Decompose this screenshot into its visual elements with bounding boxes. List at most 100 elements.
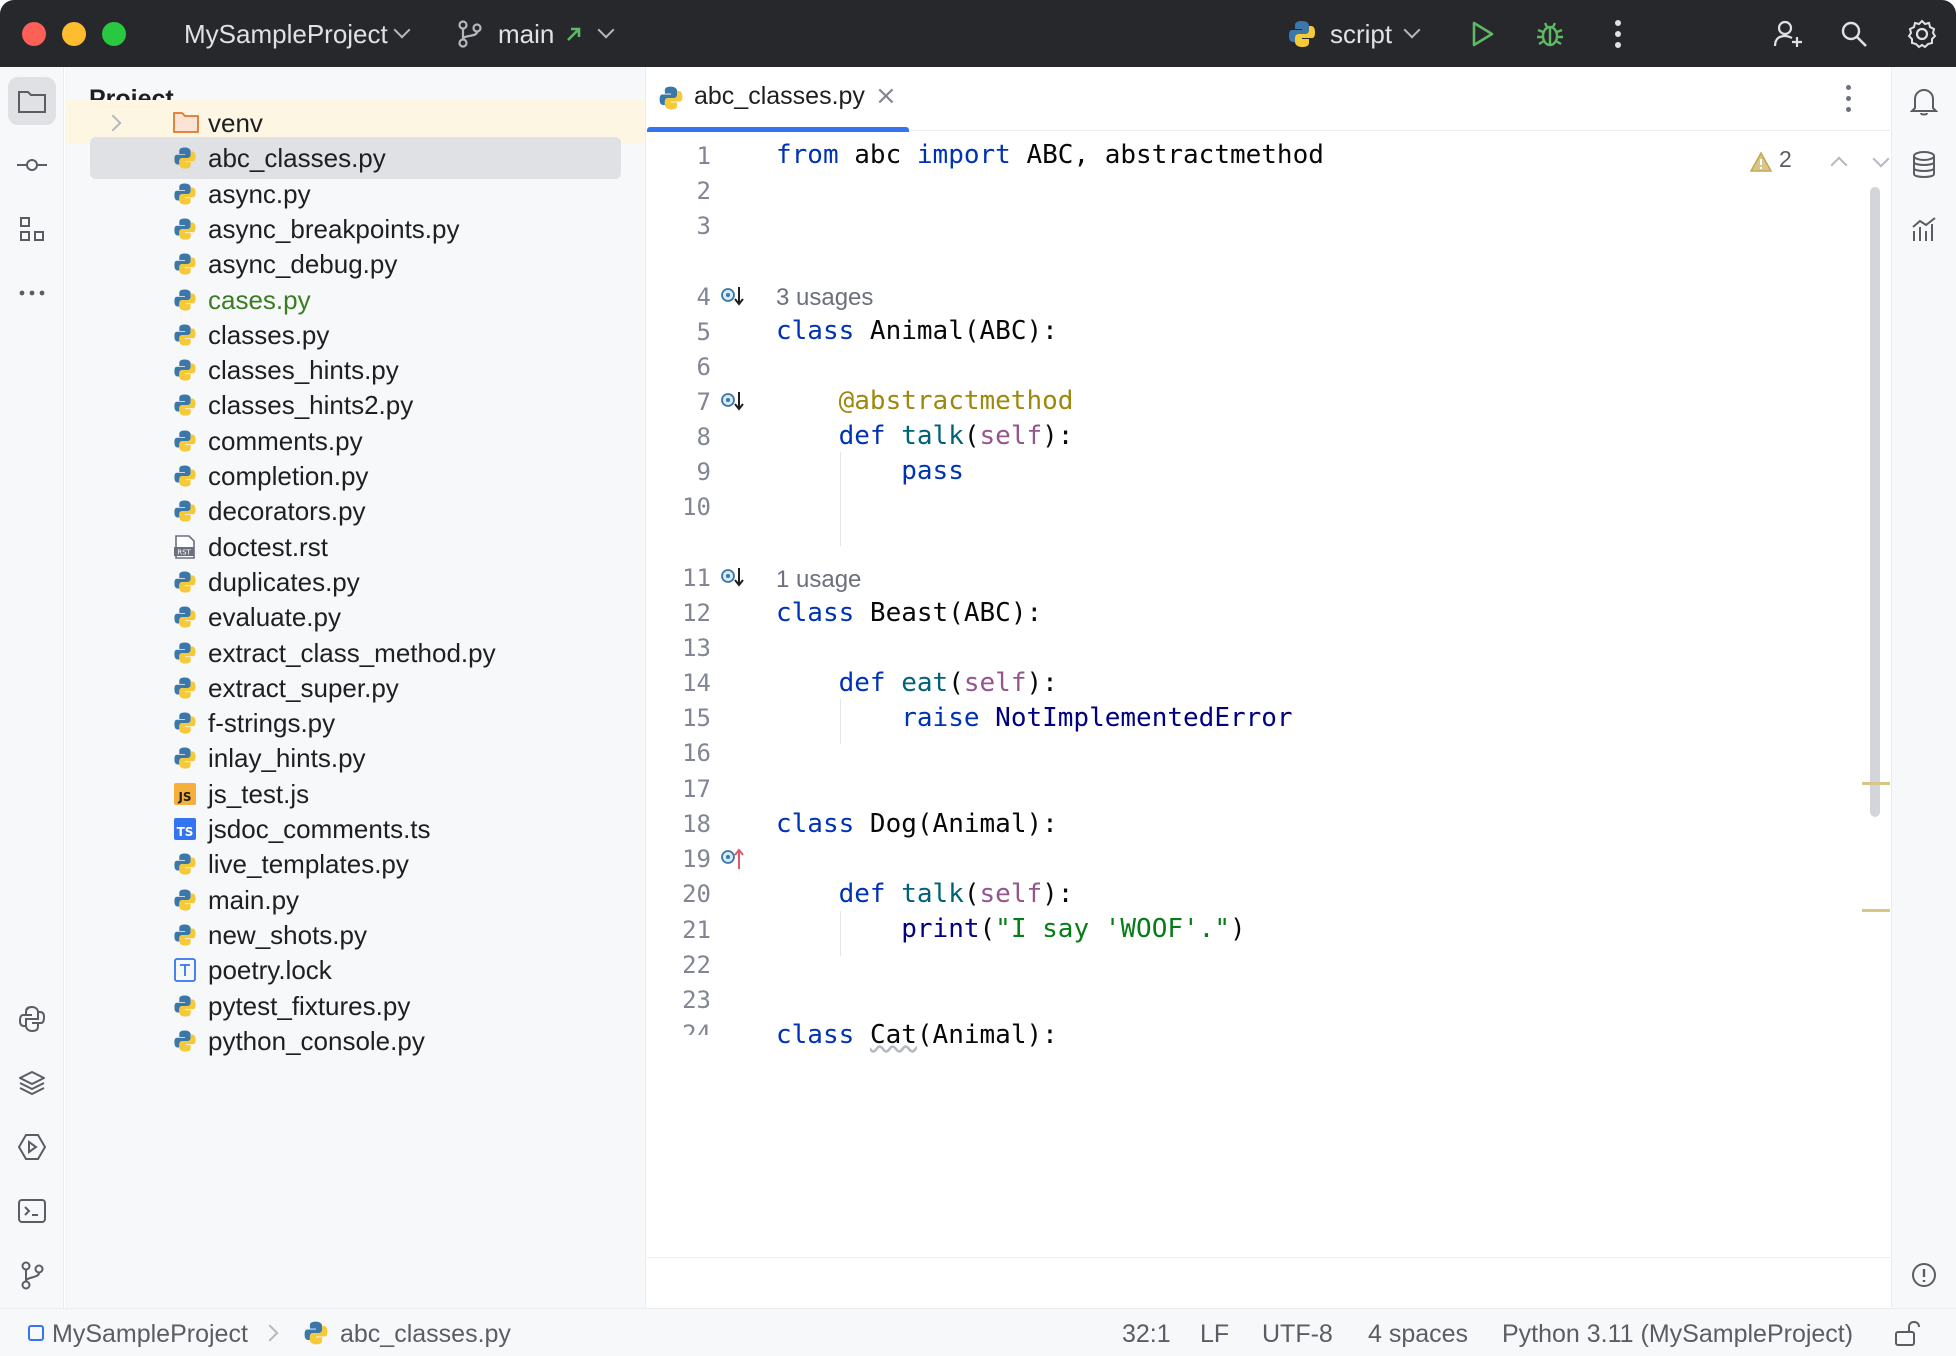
code-line-7: def talk(self):	[838, 421, 1074, 451]
python-file-icon	[172, 887, 198, 913]
more-actions-icon[interactable]	[1598, 14, 1638, 54]
layers-icon	[19, 1071, 45, 1095]
caret-position[interactable]: 32:1	[1122, 1317, 1171, 1351]
services-tool-button[interactable]	[8, 1123, 56, 1171]
unlock-icon[interactable]	[1892, 1319, 1920, 1347]
overrides-marker-icon[interactable]	[719, 845, 747, 873]
usages-hint-beast[interactable]: 1 usage	[776, 563, 861, 597]
run-configuration-menu[interactable]: script	[1330, 16, 1392, 52]
chevron-down-icon	[393, 21, 411, 39]
editor-tab-abc-classes[interactable]: abc_classes.py ×	[647, 67, 909, 132]
encoding-selector[interactable]: UTF-8	[1262, 1317, 1333, 1351]
code-line-8: pass	[901, 456, 964, 486]
structure-tool-button[interactable]	[8, 205, 56, 253]
svg-text:RST: RST	[177, 548, 191, 556]
breadcrumb-file[interactable]: abc_classes.py	[340, 1317, 511, 1351]
usages-hint-animal[interactable]: 3 usages	[776, 281, 873, 315]
tab-options-icon[interactable]	[1843, 85, 1853, 115]
chevron-up-icon[interactable]	[1830, 156, 1848, 174]
database-tool-button[interactable]	[1900, 141, 1948, 189]
code-line-4: class Animal(ABC):	[776, 316, 1058, 346]
git-tool-button[interactable]	[8, 1251, 56, 1299]
implemented-marker-icon[interactable]	[719, 388, 747, 416]
problems-tool-button[interactable]	[1900, 1251, 1948, 1299]
python-file-icon	[172, 145, 198, 171]
vertical-scrollbar[interactable]	[1870, 187, 1880, 817]
terminal-icon	[18, 1199, 46, 1223]
left-tool-strip	[0, 67, 64, 1308]
add-user-icon[interactable]	[1768, 14, 1808, 54]
chevron-down-icon	[597, 21, 615, 39]
git-branch-icon	[21, 1261, 44, 1290]
python-file-icon	[172, 392, 198, 418]
python-packages-tool-button[interactable]	[8, 995, 56, 1043]
chevron-down-icon[interactable]	[1872, 150, 1890, 168]
indent-selector[interactable]: 4 spaces	[1368, 1317, 1468, 1351]
code-line-23: class Cat(Animal):	[776, 1020, 1058, 1050]
warning-icon	[1749, 151, 1773, 172]
python-outline-icon	[18, 1005, 46, 1032]
interpreter-selector[interactable]: Python 3.11 (MySampleProject)	[1502, 1317, 1853, 1351]
close-tab-icon[interactable]: ×	[875, 81, 897, 111]
chart-icon	[1912, 217, 1936, 241]
tree-item-python-console-py[interactable]: python_console.py	[65, 1018, 645, 1062]
python-file-icon	[172, 428, 198, 454]
warning-stripe-marker[interactable]	[1862, 782, 1890, 785]
python-file-icon	[172, 675, 198, 701]
implemented-marker-icon[interactable]	[719, 564, 747, 592]
sciview-tool-button[interactable]	[1900, 205, 1948, 253]
line-number: 18	[682, 810, 711, 838]
python-file-icon	[659, 86, 683, 110]
branch-menu[interactable]: main	[498, 16, 554, 52]
implemented-marker-icon[interactable]	[719, 283, 747, 311]
project-tool-button[interactable]	[8, 77, 56, 125]
line-number: 16	[682, 739, 711, 767]
python-file-icon	[172, 463, 198, 489]
svg-text:JS: JS	[177, 790, 191, 804]
python-file-icon	[172, 745, 198, 771]
branch-icon	[450, 14, 490, 54]
more-tools-button[interactable]	[8, 269, 56, 317]
run-icon[interactable]	[1462, 14, 1502, 54]
line-number: 13	[682, 634, 711, 662]
line-number: 5	[696, 318, 711, 346]
line-ending-selector[interactable]: LF	[1200, 1317, 1229, 1351]
settings-gear-icon[interactable]	[1902, 14, 1942, 54]
python-file-icon	[172, 498, 198, 524]
python-file-icon	[172, 181, 198, 207]
js-file-icon: JS	[172, 781, 198, 807]
chevron-right-icon	[261, 1324, 279, 1342]
arrow-up-right-icon	[554, 14, 594, 54]
line-number: 6	[696, 353, 711, 381]
code-line-6: @abstractmethod	[838, 386, 1074, 416]
commit-tool-button[interactable]	[8, 141, 56, 189]
python-file-icon	[172, 993, 198, 1019]
project-name-menu[interactable]: MySampleProject	[184, 16, 388, 52]
line-number: 24	[682, 1020, 711, 1035]
python-file-icon	[172, 1028, 198, 1054]
folder-icon	[18, 91, 46, 113]
code-area[interactable]: from abc import ABC, abstractmethod 3 us…	[776, 131, 1826, 1321]
ts-file-icon: TS	[172, 816, 198, 842]
python-file-icon	[304, 1321, 328, 1345]
layers-tool-button[interactable]	[8, 1059, 56, 1107]
search-icon[interactable]	[1834, 14, 1874, 54]
python-file-icon	[172, 216, 198, 242]
minimize-window-button[interactable]	[62, 22, 86, 46]
chevron-right-icon[interactable]	[104, 114, 122, 132]
python-file-icon	[172, 922, 198, 948]
line-number: 21	[682, 916, 711, 944]
breadcrumb-project[interactable]: MySampleProject	[52, 1317, 248, 1351]
debug-icon[interactable]	[1530, 14, 1570, 54]
close-window-button[interactable]	[22, 22, 46, 46]
python-icon	[1282, 14, 1322, 54]
database-icon	[1913, 151, 1935, 178]
warning-stripe-marker[interactable]	[1862, 909, 1890, 912]
notifications-tool-button[interactable]	[1900, 77, 1948, 125]
maximize-window-button[interactable]	[102, 22, 126, 46]
terminal-tool-button[interactable]	[8, 1187, 56, 1235]
code-line-14: raise NotImplementedError	[901, 703, 1293, 733]
code-line-1: from abc import ABC, abstractmethod	[776, 140, 1324, 170]
line-number: 2	[696, 177, 711, 205]
code-line-13: def eat(self):	[838, 668, 1058, 698]
